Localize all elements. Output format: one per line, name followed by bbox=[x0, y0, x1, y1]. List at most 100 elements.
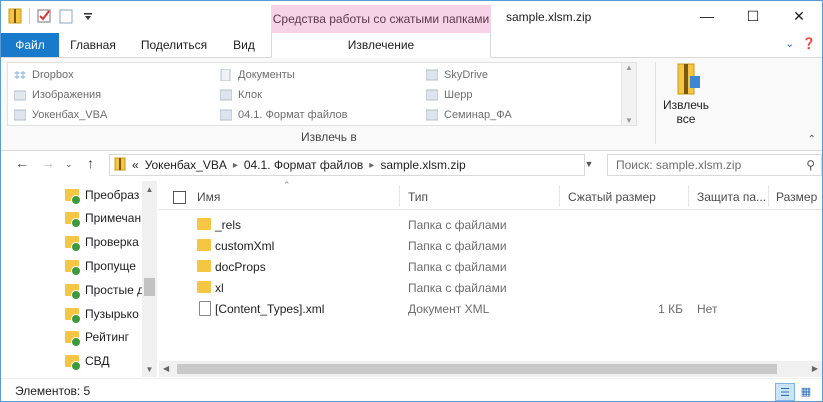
documents-folder-icon bbox=[220, 68, 232, 82]
scroll-up-icon[interactable]: ▲ bbox=[625, 63, 633, 72]
dest-label: Семинар_ФА bbox=[444, 109, 512, 121]
tab-file[interactable]: Файл bbox=[1, 33, 59, 57]
nav-item[interactable]: Проверка bbox=[65, 231, 143, 253]
minimize-button[interactable]: — bbox=[684, 1, 730, 31]
folder-sync-icon bbox=[65, 308, 81, 324]
column-divider[interactable] bbox=[688, 185, 689, 207]
dest-item[interactable]: Dropbox bbox=[14, 69, 74, 81]
nav-item[interactable]: Преобраз bbox=[65, 184, 143, 206]
gallery-scrollbar[interactable]: ▲ ▼ bbox=[621, 63, 636, 125]
extract-all-label: Извлечь все bbox=[662, 98, 709, 126]
dest-item[interactable]: Шерр bbox=[425, 89, 473, 101]
column-divider[interactable] bbox=[399, 185, 400, 207]
breadcrumb-item[interactable]: 04.1. Формат файлов bbox=[244, 158, 363, 172]
file-row[interactable]: xl Папка с файлами bbox=[159, 277, 822, 298]
scrollbar-thumb[interactable] bbox=[177, 364, 777, 374]
nav-item[interactable]: Примечан bbox=[65, 207, 143, 229]
folder-icon bbox=[425, 69, 439, 81]
nav-item-label: Примечан bbox=[85, 211, 142, 225]
tab-view[interactable]: Вид bbox=[223, 33, 265, 57]
sort-ascending-icon: ⌃ bbox=[283, 180, 291, 190]
ribbon-collapse-icon[interactable]: ⌃ bbox=[808, 134, 816, 145]
recent-locations-icon[interactable]: ⌄ bbox=[65, 159, 73, 170]
file-list-horizontal-scrollbar[interactable]: ◀ ▶ bbox=[159, 361, 822, 377]
file-row[interactable]: docProps Папка с файлами bbox=[159, 256, 822, 277]
column-divider[interactable] bbox=[559, 185, 560, 207]
dest-item[interactable]: Клок bbox=[219, 89, 262, 101]
scroll-left-icon[interactable]: ◀ bbox=[163, 364, 169, 373]
file-type: Папка с файлами bbox=[408, 218, 507, 232]
nav-item[interactable]: Рейтинг bbox=[65, 326, 143, 348]
pictures-folder-icon bbox=[13, 89, 27, 101]
nav-item[interactable]: Простые д bbox=[65, 279, 143, 301]
file-type: Папка с файлами bbox=[408, 260, 507, 274]
dest-item[interactable]: Семинар_ФА bbox=[425, 109, 512, 121]
extract-all-icon bbox=[670, 62, 702, 96]
dest-item[interactable]: 04.1. Формат файлов bbox=[219, 109, 348, 121]
column-compressed-size[interactable]: Сжатый размер bbox=[568, 190, 656, 204]
details-view-icon[interactable]: ☰ bbox=[775, 383, 795, 401]
dest-label: Изображения bbox=[32, 89, 102, 101]
select-all-checkbox[interactable] bbox=[173, 191, 186, 204]
extract-all-button[interactable]: Извлечь все bbox=[661, 62, 711, 126]
column-divider[interactable] bbox=[768, 185, 769, 207]
nav-pane-scrollbar[interactable]: ▲ ▼ bbox=[142, 181, 157, 377]
breadcrumb-item[interactable]: sample.xlsm.zip bbox=[380, 158, 465, 172]
search-input[interactable]: Поиск: sample.xlsm.zip ⚲ bbox=[607, 154, 822, 176]
ribbon-expand-icon[interactable]: ⌄ bbox=[785, 37, 794, 50]
folder-sync-icon bbox=[65, 284, 81, 300]
file-row[interactable]: [Content_Types].xml Документ XML 1 КБ Не… bbox=[159, 298, 822, 319]
file-name: customXml bbox=[215, 239, 275, 253]
search-icon[interactable]: ⚲ bbox=[806, 158, 815, 172]
address-dropdown-icon[interactable]: ▼ bbox=[581, 154, 597, 174]
maximize-button[interactable]: ☐ bbox=[730, 1, 776, 31]
scroll-up-icon[interactable]: ▲ bbox=[142, 185, 157, 194]
scrollbar-thumb[interactable] bbox=[144, 278, 155, 296]
breadcrumb-item[interactable]: Уокенбах_VBA bbox=[145, 158, 227, 172]
dest-item[interactable]: Документы bbox=[220, 68, 295, 82]
customize-toolbar-icon[interactable] bbox=[80, 7, 96, 25]
extract-to-gallery: Dropbox Изображения Уокенбах_VBA Докумен… bbox=[7, 62, 637, 126]
nav-item-label: Пропуще bbox=[85, 259, 136, 273]
new-folder-icon[interactable] bbox=[58, 7, 74, 25]
column-password-protected[interactable]: Защита па... bbox=[697, 190, 766, 204]
scroll-down-icon[interactable]: ▼ bbox=[142, 365, 157, 374]
dest-label: 04.1. Формат файлов bbox=[238, 109, 348, 121]
breadcrumb-prefix[interactable]: « bbox=[132, 158, 139, 172]
nav-item-label: Пузырько bbox=[85, 307, 139, 321]
dest-item[interactable]: Уокенбах_VBA bbox=[13, 109, 107, 121]
navigation-bar: ← → ⌄ ↑ « Уокенбах_VBA ▸ 04.1. Формат фа… bbox=[1, 151, 822, 179]
dest-label: Шерр bbox=[444, 89, 473, 101]
up-arrow-icon[interactable]: ↑ bbox=[87, 155, 94, 171]
folder-icon bbox=[197, 260, 211, 272]
window-title: sample.xlsm.zip bbox=[506, 10, 592, 24]
chevron-right-icon[interactable]: ▸ bbox=[233, 160, 238, 171]
address-bar[interactable]: « Уокенбах_VBA ▸ 04.1. Формат файлов ▸ s… bbox=[109, 154, 585, 176]
nav-item[interactable]: Пропуще bbox=[65, 255, 143, 277]
zip-folder-icon[interactable] bbox=[7, 7, 23, 25]
file-name: xl bbox=[215, 281, 224, 295]
close-button[interactable]: ✕ bbox=[776, 1, 822, 31]
nav-item[interactable]: СВД bbox=[65, 350, 143, 372]
scroll-right-icon[interactable]: ▶ bbox=[812, 364, 818, 373]
forward-arrow-icon[interactable]: → bbox=[41, 155, 55, 171]
folder-icon bbox=[425, 109, 439, 121]
dest-item[interactable]: SkyDrive bbox=[425, 69, 488, 81]
large-icons-view-icon[interactable]: ▦ bbox=[797, 383, 815, 399]
file-row[interactable]: _rels Папка с файлами bbox=[159, 214, 822, 235]
nav-item[interactable]: Пузырько bbox=[65, 303, 143, 325]
column-name[interactable]: Имя bbox=[197, 190, 220, 204]
scroll-down-icon[interactable]: ▼ bbox=[625, 116, 633, 125]
chevron-right-icon[interactable]: ▸ bbox=[369, 160, 374, 171]
folder-icon bbox=[219, 89, 233, 101]
back-arrow-icon[interactable]: ← bbox=[15, 155, 29, 171]
tab-extract[interactable]: Извлечение bbox=[271, 33, 491, 58]
tab-home[interactable]: Главная bbox=[61, 33, 125, 57]
properties-icon[interactable] bbox=[36, 7, 52, 25]
column-size[interactable]: Размер bbox=[776, 190, 817, 204]
file-row[interactable]: customXml Папка с файлами bbox=[159, 235, 822, 256]
column-type[interactable]: Тип bbox=[408, 190, 428, 204]
tab-share[interactable]: Поделиться bbox=[129, 33, 219, 57]
dest-item[interactable]: Изображения bbox=[13, 89, 102, 101]
help-icon[interactable]: ❓ bbox=[802, 37, 816, 50]
